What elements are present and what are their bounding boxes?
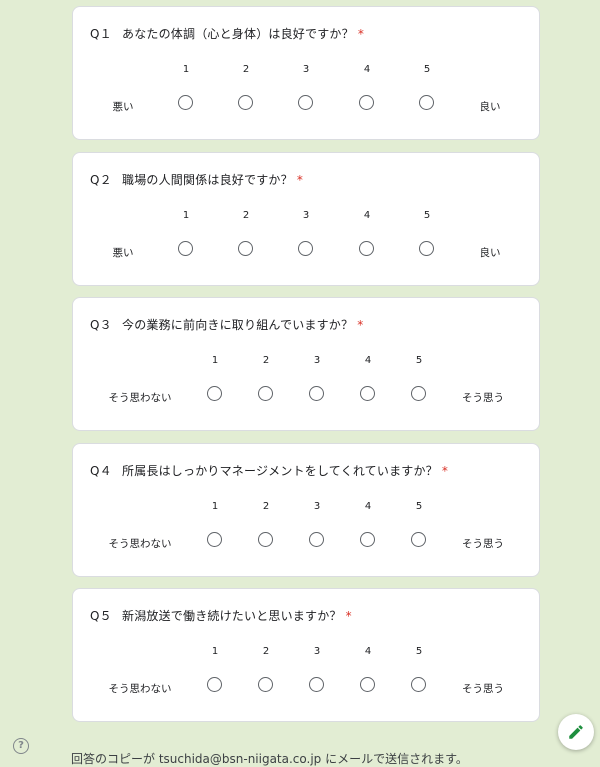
- radio-option-2[interactable]: [258, 677, 273, 692]
- question-title: Q２ 職場の人間関係は良好ですか？ *: [90, 171, 303, 188]
- question-text: 今の業務に前向きに取り組んでいますか？: [122, 318, 354, 332]
- scale-low-label: そう思わない: [108, 538, 172, 550]
- scale-low-label: そう思わない: [108, 392, 172, 404]
- radio-option-4[interactable]: [359, 95, 374, 110]
- radio-option-3[interactable]: [309, 386, 324, 401]
- scale-label-5: 5: [423, 64, 431, 75]
- radio-option-2[interactable]: [258, 386, 273, 401]
- help-circle-icon[interactable]: ?: [13, 738, 29, 754]
- question-number: Q３: [90, 318, 112, 332]
- question-title: Q５ 新潟放送で働き続けたいと思いますか？ *: [90, 607, 352, 624]
- scale-label-5: 5: [423, 210, 431, 221]
- radio-option-1[interactable]: [207, 386, 222, 401]
- radio-option-2[interactable]: [238, 95, 253, 110]
- question-text: 新潟放送で働き続けたいと思いますか？: [122, 609, 342, 623]
- scale-label-2: 2: [262, 646, 270, 657]
- required-mark: *: [441, 464, 449, 478]
- radio-option-3[interactable]: [309, 532, 324, 547]
- scale-label-2: 2: [262, 355, 270, 366]
- scale-label-3: 3: [313, 501, 321, 512]
- scale-label-2: 2: [242, 210, 250, 221]
- radio-option-5[interactable]: [411, 386, 426, 401]
- radio-option-1[interactable]: [207, 532, 222, 547]
- question-text: 職場の人間関係は良好ですか？: [122, 173, 293, 187]
- edit-button[interactable]: [558, 714, 594, 750]
- scale-label-3: 3: [302, 210, 310, 221]
- scale-label-1: 1: [211, 501, 219, 512]
- question-title: Q３ 今の業務に前向きに取り組んでいますか？ *: [90, 316, 363, 333]
- radio-option-4[interactable]: [360, 532, 375, 547]
- scale-label-4: 4: [364, 501, 372, 512]
- question-title: Q１ あなたの体調（心と身体）は良好ですか？ *: [90, 25, 364, 42]
- required-mark: *: [296, 173, 304, 187]
- required-mark: *: [345, 609, 352, 623]
- radio-option-2[interactable]: [238, 241, 253, 256]
- radio-option-3[interactable]: [309, 677, 324, 692]
- question-card-q5: Q５ 新潟放送で働き続けたいと思いますか？ * 1 2 3 4 5 そう思わない そ…: [72, 588, 540, 722]
- scale-low-label: そう思わない: [108, 683, 172, 695]
- scale-label-3: 3: [313, 355, 321, 366]
- radio-option-4[interactable]: [359, 241, 374, 256]
- radio-option-5[interactable]: [411, 677, 426, 692]
- radio-option-5[interactable]: [419, 95, 434, 110]
- pencil-icon: [569, 725, 583, 739]
- question-text: 所属長はしっかりマネージメントをしてくれていますか？: [122, 464, 438, 478]
- radio-option-5[interactable]: [411, 532, 426, 547]
- scale-label-4: 4: [363, 210, 371, 221]
- scale-label-4: 4: [364, 646, 372, 657]
- scale-low-label: 悪い: [112, 101, 134, 113]
- scale-low-label: 悪い: [112, 247, 134, 259]
- scale-high-label: 良い: [479, 247, 501, 259]
- scale-label-5: 5: [415, 355, 423, 366]
- radio-option-3[interactable]: [298, 241, 313, 256]
- scale-high-label: そう思う: [462, 538, 504, 550]
- question-number: Q１: [90, 27, 112, 41]
- question-title: Q４ 所属長はしっかりマネージメントをしてくれていますか？ *: [90, 462, 448, 479]
- question-text: あなたの体調（心と身体）は良好ですか？: [122, 27, 354, 41]
- scale-label-1: 1: [182, 210, 190, 221]
- radio-option-4[interactable]: [360, 386, 375, 401]
- question-card-q2: Q２ 職場の人間関係は良好ですか？ * 1 2 3 4 5 悪い 良い: [72, 152, 540, 286]
- scale-label-2: 2: [262, 501, 270, 512]
- scale-label-5: 5: [415, 646, 423, 657]
- question-card-q4: Q４ 所属長はしっかりマネージメントをしてくれていますか？ * 1 2 3 4 5 …: [72, 443, 540, 577]
- scale-label-2: 2: [242, 64, 250, 75]
- question-card-q1: Q１ あなたの体調（心と身体）は良好ですか？ * 1 2 3 4 5 悪い 良い: [72, 6, 540, 140]
- scale-label-4: 4: [363, 64, 371, 75]
- required-mark: *: [357, 27, 365, 41]
- question-number: Q４: [90, 464, 112, 478]
- scale-label-1: 1: [182, 64, 190, 75]
- radio-option-1[interactable]: [178, 95, 193, 110]
- radio-option-5[interactable]: [419, 241, 434, 256]
- question-card-q3: Q３ 今の業務に前向きに取り組んでいますか？ * 1 2 3 4 5 そう思わない …: [72, 297, 540, 431]
- radio-option-4[interactable]: [360, 677, 375, 692]
- radio-option-2[interactable]: [258, 532, 273, 547]
- scale-label-4: 4: [364, 355, 372, 366]
- scale-high-label: そう思う: [462, 392, 504, 404]
- scale-label-5: 5: [415, 501, 423, 512]
- radio-option-1[interactable]: [207, 677, 222, 692]
- copy-notice: 回答のコピーが tsuchida@bsn-niigata.co.jp にメールで…: [71, 752, 468, 766]
- scale-label-3: 3: [313, 646, 321, 657]
- scale-high-label: 良い: [479, 101, 501, 113]
- scale-label-3: 3: [302, 64, 310, 75]
- scale-label-1: 1: [211, 646, 219, 657]
- scale-label-1: 1: [211, 355, 219, 366]
- question-number: Q５: [90, 609, 112, 623]
- radio-option-3[interactable]: [298, 95, 313, 110]
- radio-option-1[interactable]: [178, 241, 193, 256]
- question-number: Q２: [90, 173, 112, 187]
- scale-high-label: そう思う: [462, 683, 504, 695]
- required-mark: *: [357, 318, 364, 332]
